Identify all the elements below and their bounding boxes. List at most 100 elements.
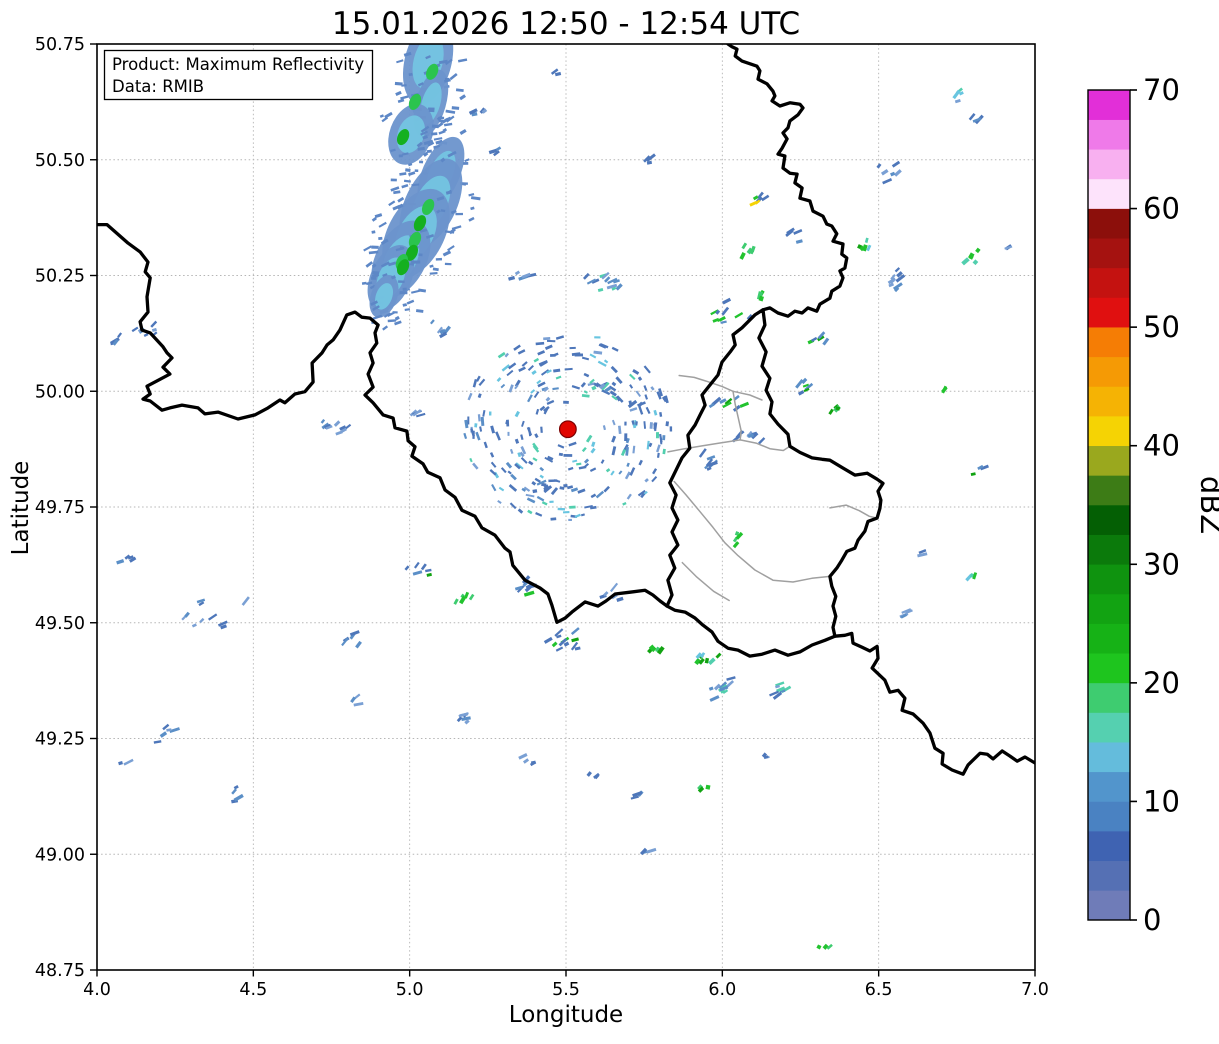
band-speckle xyxy=(435,257,443,261)
colorbar-tick-label: 0 xyxy=(1143,903,1161,937)
colorbar-segment xyxy=(1088,504,1130,535)
clutter-mark xyxy=(548,479,558,483)
echo-mark xyxy=(705,784,711,790)
x-axis: 4.0 4.5 5.0 5.5 6.0 6.5 7.0 xyxy=(83,970,1049,1000)
colorbar-tick-label: 10 xyxy=(1143,784,1180,818)
y-tick-label: 49.75 xyxy=(35,498,85,518)
colorbar-segment xyxy=(1088,208,1130,239)
band-speckle xyxy=(438,119,444,123)
clutter-mark xyxy=(474,423,478,428)
band-speckle xyxy=(398,280,405,284)
y-tick-label: 49.50 xyxy=(35,614,85,634)
annotation-data-line: Data: RMIB xyxy=(112,77,204,96)
clutter-mark xyxy=(569,505,576,509)
colorbar-segment xyxy=(1088,89,1130,120)
colorbar-segment xyxy=(1088,830,1130,862)
y-tick-label: 48.75 xyxy=(35,961,85,981)
y-axis-label: Latitude xyxy=(8,461,34,556)
colorbar-segment xyxy=(1088,534,1130,565)
clutter-mark xyxy=(649,422,653,429)
band-speckle xyxy=(398,154,403,158)
x-tick-label: 6.5 xyxy=(865,980,893,1000)
clutter-mark xyxy=(543,337,551,341)
colorbar-tick-label: 20 xyxy=(1143,666,1180,700)
clutter-mark xyxy=(507,431,510,436)
colorbar-segment xyxy=(1088,890,1130,921)
clutter-mark xyxy=(563,400,569,404)
band-speckle xyxy=(431,132,438,136)
clutter-mark xyxy=(550,353,556,357)
colorbar-segment xyxy=(1088,119,1130,150)
clutter-mark xyxy=(669,426,673,432)
colorbar-segment xyxy=(1088,771,1130,802)
colorbar-segment xyxy=(1088,475,1130,506)
band-speckle xyxy=(410,260,421,264)
band-speckle xyxy=(438,116,445,120)
band-speckle xyxy=(419,160,424,164)
y-tick-label: 49.25 xyxy=(35,730,85,750)
band-speckle xyxy=(428,109,435,113)
colorbar: 0 10 20 30 40 50 60 70 dBZ xyxy=(1087,73,1219,937)
colorbar-segment xyxy=(1088,593,1130,624)
y-axis: 50.75 50.50 50.25 50.00 49.75 49.50 49.25 49.00… xyxy=(35,35,97,981)
x-tick-label: 6.0 xyxy=(708,980,736,1000)
y-tick-label: 50.25 xyxy=(35,267,85,287)
colorbar-unit-label: dBZ xyxy=(1194,476,1219,534)
band-speckle xyxy=(444,77,450,81)
colorbar-tick-label: 70 xyxy=(1143,73,1180,107)
band-speckle xyxy=(378,236,383,241)
band-speckle xyxy=(455,212,464,216)
plot-area: 4.0 4.5 5.0 5.5 6.0 6.5 7.0 50.7550.5050.2550.… xyxy=(35,35,1049,1000)
colorbar-segment xyxy=(1088,682,1130,713)
band-speckle xyxy=(463,162,469,165)
colorbar-ticks: 0 10 20 30 40 50 60 70 xyxy=(1130,73,1180,937)
band-speckle xyxy=(414,169,419,172)
colorbar-segment xyxy=(1088,178,1130,209)
x-tick-label: 5.0 xyxy=(396,980,424,1000)
clutter-mark xyxy=(594,336,601,339)
colorbar-segment xyxy=(1088,741,1130,773)
colorbar-segments xyxy=(1088,89,1130,921)
radar-reflectivity-figure: 15.01.2026 12:50 - 12:54 UTC 4.0 4.5 5.0 5.… xyxy=(8,6,1219,1028)
colorbar-segment xyxy=(1088,712,1130,743)
clutter-mark xyxy=(540,426,543,433)
annotation-box: Product: Maximum Reflectivity Data: RMIB xyxy=(103,49,374,101)
colorbar-segment xyxy=(1088,623,1130,654)
colorbar-segment xyxy=(1088,563,1130,595)
clutter-mark xyxy=(562,511,570,514)
band-speckle xyxy=(399,291,408,295)
band-speckle xyxy=(418,253,423,257)
x-axis-label: Longitude xyxy=(509,1002,623,1028)
clutter-mark xyxy=(546,339,556,343)
clutter-mark xyxy=(563,483,568,488)
colorbar-segment xyxy=(1088,237,1130,269)
clutter-mark xyxy=(569,346,576,350)
colorbar-segment xyxy=(1088,267,1130,298)
colorbar-tick-label: 60 xyxy=(1143,192,1180,226)
clutter-mark xyxy=(624,433,628,442)
colorbar-tick-label: 30 xyxy=(1143,547,1180,581)
colorbar-tick-label: 50 xyxy=(1143,310,1180,344)
x-tick-label: 7.0 xyxy=(1021,980,1049,1000)
clutter-mark xyxy=(563,453,573,457)
clutter-mark xyxy=(655,432,660,439)
annotation-product-line: Product: Maximum Reflectivity xyxy=(112,55,364,74)
colorbar-segment xyxy=(1088,860,1130,891)
colorbar-segment xyxy=(1088,445,1130,476)
band-speckle xyxy=(371,245,379,249)
band-speckle xyxy=(390,178,397,182)
colorbar-tick-label: 40 xyxy=(1143,429,1180,463)
colorbar-segment xyxy=(1088,326,1130,358)
clutter-mark xyxy=(549,500,554,503)
band-speckle xyxy=(402,287,407,291)
radar-site-marker xyxy=(558,420,577,439)
band-speckle xyxy=(426,149,432,154)
colorbar-segment xyxy=(1088,297,1130,328)
colorbar-segment xyxy=(1088,415,1130,447)
colorbar-segment xyxy=(1088,386,1130,417)
clutter-mark xyxy=(662,435,666,441)
band-speckle xyxy=(444,262,452,266)
colorbar-segment xyxy=(1088,801,1130,832)
clutter-mark xyxy=(568,518,572,522)
colorbar-segment xyxy=(1088,148,1130,180)
